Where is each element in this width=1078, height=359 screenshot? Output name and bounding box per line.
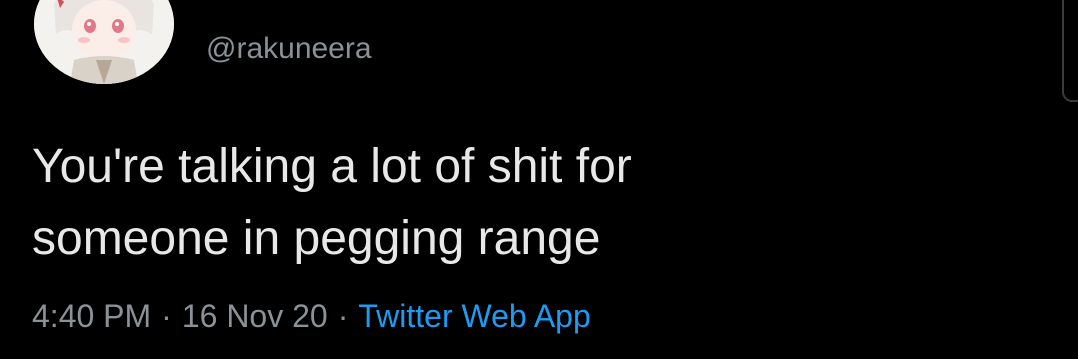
tweet-meta: 4:40 PM · 16 Nov 20 · Twitter Web App xyxy=(32,292,591,340)
tweet-text-line: someone in pegging range xyxy=(32,212,601,265)
avatar-image xyxy=(34,0,174,84)
meta-separator: · xyxy=(337,298,349,334)
window-edge xyxy=(1062,0,1078,102)
avatar[interactable] xyxy=(34,0,174,84)
tweet-text: You're talking a lot of shit for someone… xyxy=(32,131,932,275)
tweet-date[interactable]: 16 Nov 20 xyxy=(182,298,328,334)
tweet-source-link[interactable]: Twitter Web App xyxy=(358,298,590,334)
meta-separator: · xyxy=(161,298,172,334)
user-handle[interactable]: @rakuneera xyxy=(206,29,372,69)
tweet-card: @rakuneera You're talking a lot of shit … xyxy=(0,0,1078,359)
tweet-time[interactable]: 4:40 PM xyxy=(32,298,151,334)
tweet-text-line: You're talking a lot of shit for xyxy=(32,140,632,193)
